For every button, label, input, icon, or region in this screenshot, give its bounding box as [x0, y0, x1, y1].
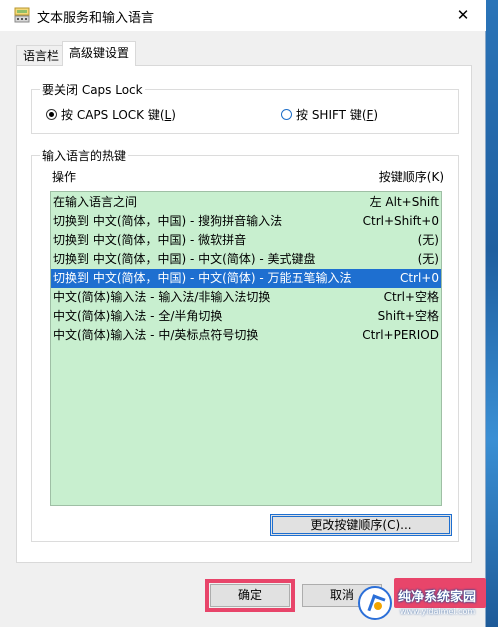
watermark-logo-icon — [358, 586, 392, 620]
keyboard-app-icon — [14, 7, 30, 23]
hotkey-keys: Ctrl+Shift+0 — [362, 214, 439, 228]
hotkey-row[interactable]: 中文(简体)输入法 - 全/半角切换 Shift+空格 — [51, 307, 441, 326]
hotkeys-group: 输入语言的热键 操作 按键顺序(K) 在输入语言之间 左 Alt+Shift 切换… — [31, 147, 459, 542]
advanced-key-settings-panel: 要关闭 Caps Lock 按 CAPS LOCK 键(L) 按 SHIFT 键… — [16, 65, 472, 563]
watermark-url: www.yidaimei.com — [400, 607, 476, 616]
tab-advanced-key-settings[interactable]: 高级键设置 — [62, 41, 137, 66]
radio-shift[interactable]: 按 SHIFT 键(F) — [281, 106, 378, 123]
hotkey-action: 切换到 中文(简体，中国) - 中文(简体) - 万能五笔输入法 — [53, 271, 352, 285]
hotkey-row[interactable]: 中文(简体)输入法 - 中/英标点符号切换 Ctrl+PERIOD — [51, 326, 441, 345]
hotkey-keys: Ctrl+PERIOD — [362, 328, 439, 342]
dialog-window: 文本服务和输入语言 ✕ 语言栏 高级键设置 要关闭 Caps Lock 按 CA… — [0, 0, 486, 627]
radio-caps-lock-label: 按 CAPS LOCK 键(L) — [61, 108, 176, 122]
change-key-sequence-button[interactable]: 更改按键顺序(C)... — [270, 514, 452, 536]
hotkey-keys: Ctrl+空格 — [383, 290, 439, 304]
watermark-name: 纯净系统家园 — [398, 590, 477, 605]
caps-lock-group: 要关闭 Caps Lock 按 CAPS LOCK 键(L) 按 SHIFT 键… — [31, 81, 459, 134]
hotkey-row-selected[interactable]: 切换到 中文(简体，中国) - 中文(简体) - 万能五笔输入法 Ctrl+0 — [51, 269, 441, 288]
hotkey-row[interactable]: 切换到 中文(简体，中国) - 微软拼音 (无) — [51, 231, 441, 250]
column-header-key-sequence: 按键顺序(K) — [378, 170, 444, 184]
tab-language-bar[interactable]: 语言栏 — [16, 45, 67, 66]
hotkey-action: 在输入语言之间 — [53, 195, 138, 209]
desktop-background — [484, 0, 498, 627]
hotkeys-legend: 输入语言的热键 — [40, 147, 129, 164]
hotkey-keys: Shift+空格 — [377, 309, 439, 323]
hotkey-list[interactable]: 在输入语言之间 左 Alt+Shift 切换到 中文(简体，中国) - 搜狗拼音输… — [50, 191, 442, 506]
radio-unchecked-icon — [281, 109, 292, 120]
caps-lock-legend: 要关闭 Caps Lock — [40, 81, 145, 98]
hotkey-row[interactable]: 切换到 中文(简体，中国) - 搜狗拼音输入法 Ctrl+Shift+0 — [51, 212, 441, 231]
hotkey-row[interactable]: 在输入语言之间 左 Alt+Shift — [51, 193, 441, 212]
column-header-action: 操作 — [52, 170, 77, 184]
hotkey-row[interactable]: 切换到 中文(简体，中国) - 中文(简体) - 美式键盘 (无) — [51, 250, 441, 269]
watermark: 纯净系统家园 www.yidaimei.com — [356, 584, 494, 624]
close-button[interactable]: ✕ — [440, 0, 486, 31]
radio-shift-label: 按 SHIFT 键(F) — [296, 108, 379, 122]
hotkey-action: 中文(简体)输入法 - 全/半角切换 — [53, 309, 223, 323]
hotkey-keys: Ctrl+0 — [399, 271, 439, 285]
title-bar: 文本服务和输入语言 ✕ — [0, 0, 486, 31]
hotkey-action: 中文(简体)输入法 - 中/英标点符号切换 — [53, 328, 259, 342]
hotkey-keys: 左 Alt+Shift — [369, 195, 439, 209]
window-title: 文本服务和输入语言 — [37, 11, 155, 26]
close-icon: ✕ — [456, 6, 470, 24]
radio-caps-lock[interactable]: 按 CAPS LOCK 键(L) — [46, 106, 176, 123]
hotkey-action: 切换到 中文(简体，中国) - 搜狗拼音输入法 — [53, 214, 283, 228]
hotkey-keys: (无) — [417, 233, 439, 247]
ok-button[interactable]: 确定 — [205, 579, 295, 612]
hotkey-action: 切换到 中文(简体，中国) - 中文(简体) - 美式键盘 — [53, 252, 316, 266]
hotkey-row[interactable]: 中文(简体)输入法 - 输入法/非输入法切换 Ctrl+空格 — [51, 288, 441, 307]
hotkey-keys: (无) — [417, 252, 439, 266]
hotkey-action: 切换到 中文(简体，中国) - 微软拼音 — [53, 233, 247, 247]
hotkey-action: 中文(简体)输入法 - 输入法/非输入法切换 — [53, 290, 271, 304]
radio-checked-icon — [46, 109, 57, 120]
